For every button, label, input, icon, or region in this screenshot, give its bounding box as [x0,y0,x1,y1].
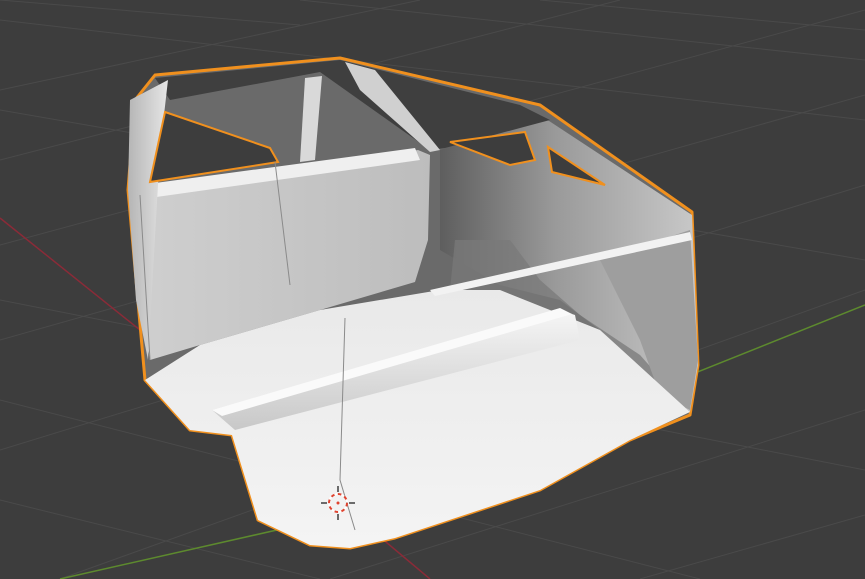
viewport-canvas[interactable] [0,0,865,579]
x-axis-line [0,217,141,331]
car-interior-model[interactable] [126,56,700,550]
3d-cursor-center [336,501,340,505]
3d-viewport[interactable] [0,0,865,579]
